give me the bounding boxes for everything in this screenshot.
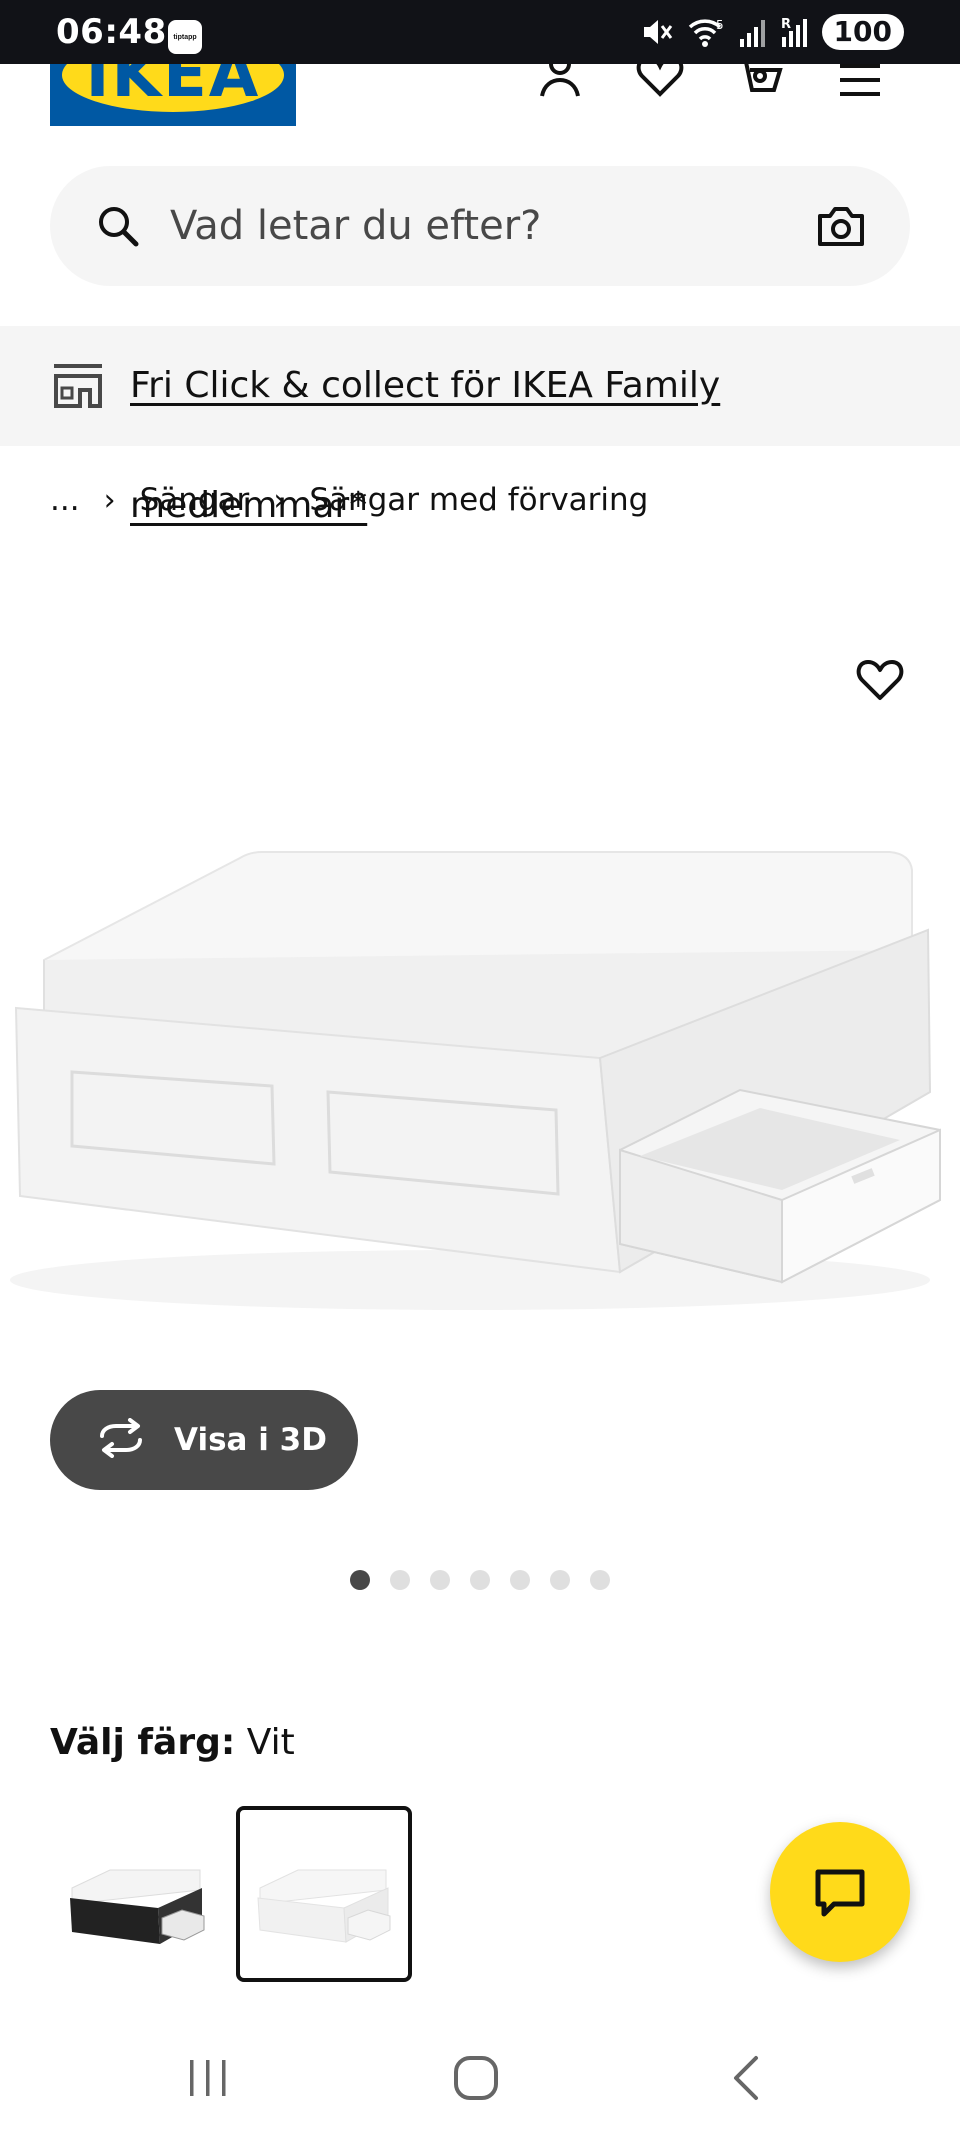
click-collect-link[interactable]: Fri Click & collect för IKEA Family medl…	[130, 326, 960, 566]
breadcrumb-item-sangar[interactable]: Sängar	[140, 482, 250, 518]
pagination-dot[interactable]	[510, 1570, 530, 1590]
status-bar: 06:48 tiptapp 5 R 100	[0, 0, 960, 64]
chevron-right-icon: ›	[103, 482, 116, 518]
rotate-3d-icon	[94, 1417, 148, 1463]
breadcrumb-item-sangar-med-forvaring[interactable]: Sängar med förvaring	[309, 482, 648, 518]
view-3d-label: Visa i 3D	[174, 1422, 327, 1458]
breadcrumb: ... › Sängar › Sängar med förvaring	[50, 475, 648, 525]
back-icon[interactable]	[716, 2048, 776, 2108]
home-icon[interactable]	[446, 2048, 506, 2108]
network-label: 5	[716, 18, 724, 32]
pagination-dot[interactable]	[550, 1570, 570, 1590]
black-bed-thumbnail	[70, 1869, 205, 1944]
account-icon[interactable]	[536, 64, 584, 98]
image-pagination	[0, 1570, 960, 1590]
chat-icon	[815, 1869, 865, 1917]
recent-apps-icon[interactable]	[178, 2048, 238, 2108]
cart-icon[interactable]	[736, 64, 784, 98]
white-bed-thumbnail	[257, 1869, 391, 1943]
camera-icon[interactable]	[816, 202, 866, 255]
pagination-dot[interactable]	[430, 1570, 450, 1590]
color-option-black[interactable]	[50, 1806, 226, 1982]
product-image[interactable]	[0, 560, 960, 1420]
color-selector-label: Välj färg: Vit	[50, 1722, 295, 1763]
favorite-button[interactable]	[850, 650, 910, 710]
pagination-dot[interactable]	[590, 1570, 610, 1590]
heart-icon	[856, 660, 904, 700]
signal-icon	[738, 15, 768, 49]
pagination-dot[interactable]	[470, 1570, 490, 1590]
color-label-value: Vit	[246, 1722, 295, 1763]
wifi-icon: 5	[686, 15, 726, 49]
status-time: 06:48	[56, 12, 167, 52]
promo-banner: Fri Click & collect för IKEA Family medl…	[0, 326, 960, 526]
search-input[interactable]: Vad letar du efter?	[170, 166, 541, 286]
store-icon	[50, 362, 106, 415]
pagination-dot[interactable]	[390, 1570, 410, 1590]
site-header: IKEA	[0, 64, 960, 134]
bed-illustration	[10, 851, 941, 1310]
pagination-dot[interactable]	[350, 1570, 370, 1590]
ikea-logo[interactable]: IKEA	[50, 64, 296, 126]
logo-text: IKEA	[85, 64, 261, 112]
search-bar[interactable]: Vad letar du efter?	[50, 166, 910, 286]
favorites-icon[interactable]	[636, 64, 684, 98]
menu-icon[interactable]	[836, 64, 884, 98]
roaming-label: R	[781, 17, 791, 32]
color-option-white[interactable]	[236, 1806, 412, 1982]
chat-button[interactable]	[770, 1822, 910, 1962]
chevron-right-icon: ›	[273, 482, 286, 518]
search-icon	[94, 202, 142, 255]
system-nav-bar	[0, 2020, 960, 2133]
mute-icon	[640, 15, 674, 49]
color-label-title: Välj färg:	[50, 1722, 236, 1763]
signal-roaming-icon: R	[780, 15, 810, 49]
view-3d-button[interactable]: Visa i 3D	[50, 1390, 358, 1490]
breadcrumb-ellipsis[interactable]: ...	[50, 482, 80, 518]
tiptapp-app-icon: tiptapp	[168, 20, 202, 54]
battery-indicator: 100	[821, 14, 904, 50]
status-icons: 5 R 100	[640, 14, 904, 50]
